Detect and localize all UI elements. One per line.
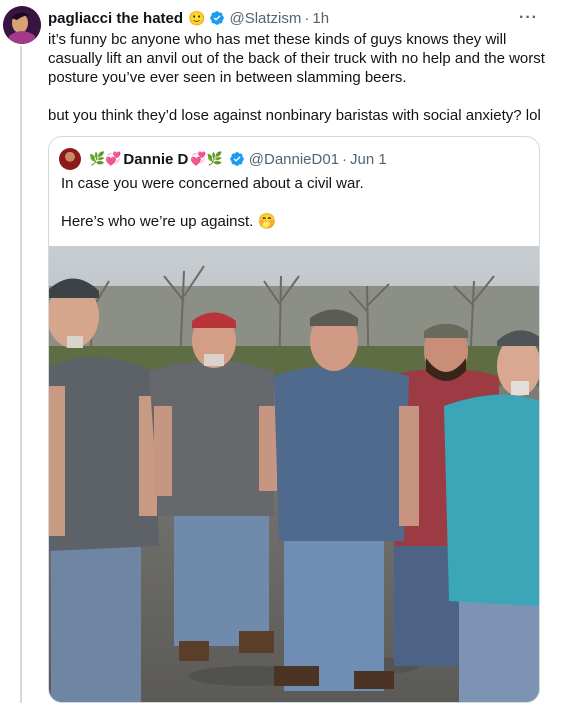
quoted-name-decoration: 🌿💞 <box>89 151 122 166</box>
quoted-author-name[interactable]: Dannie D <box>123 151 188 168</box>
quoted-tweet-photo[interactable] <box>49 246 539 702</box>
thread-line <box>20 46 22 703</box>
author-emoji: 🙂 <box>188 9 206 26</box>
author-name[interactable]: pagliacci the hated <box>48 10 183 27</box>
quoted-tweet-header: 🌿💞 Dannie D 💞🌿 @DannieD01 · Jun 1 <box>59 148 387 170</box>
quoted-tweet[interactable]: 🌿💞 Dannie D 💞🌿 @DannieD01 · Jun 1 In cas… <box>48 136 540 703</box>
separator-dot: · <box>342 150 348 168</box>
quoted-author-handle[interactable]: @DannieD01 <box>249 151 339 168</box>
tweet-header: pagliacci the hated 🙂 @Slatzism · 1h <box>48 7 548 29</box>
quoted-author-avatar[interactable] <box>59 148 81 170</box>
verified-badge-icon <box>229 152 244 166</box>
tweet-timestamp[interactable]: 1h <box>312 10 329 27</box>
tweet-paragraph: but you think they’d lose against nonbin… <box>48 107 541 124</box>
quoted-tweet-date[interactable]: Jun 1 <box>350 151 387 168</box>
quoted-tweet-paragraph: Here’s who we’re up against. 🤭 <box>61 213 277 230</box>
quoted-name-decoration: 💞🌿 <box>190 151 223 166</box>
quoted-tweet-paragraph: In case you were concerned about a civil… <box>61 175 364 192</box>
verified-badge-icon <box>210 11 225 25</box>
tweet-body: it’s funny bc anyone who has met these k… <box>48 30 553 125</box>
author-avatar[interactable] <box>3 6 41 44</box>
quoted-tweet-body: In case you were concerned about a civil… <box>61 174 531 231</box>
more-options-icon[interactable]: ··· <box>519 9 538 27</box>
tweet-paragraph: it’s funny bc anyone who has met these k… <box>48 31 545 86</box>
author-handle[interactable]: @Slatzism <box>229 10 301 27</box>
separator-dot: · <box>304 9 310 27</box>
